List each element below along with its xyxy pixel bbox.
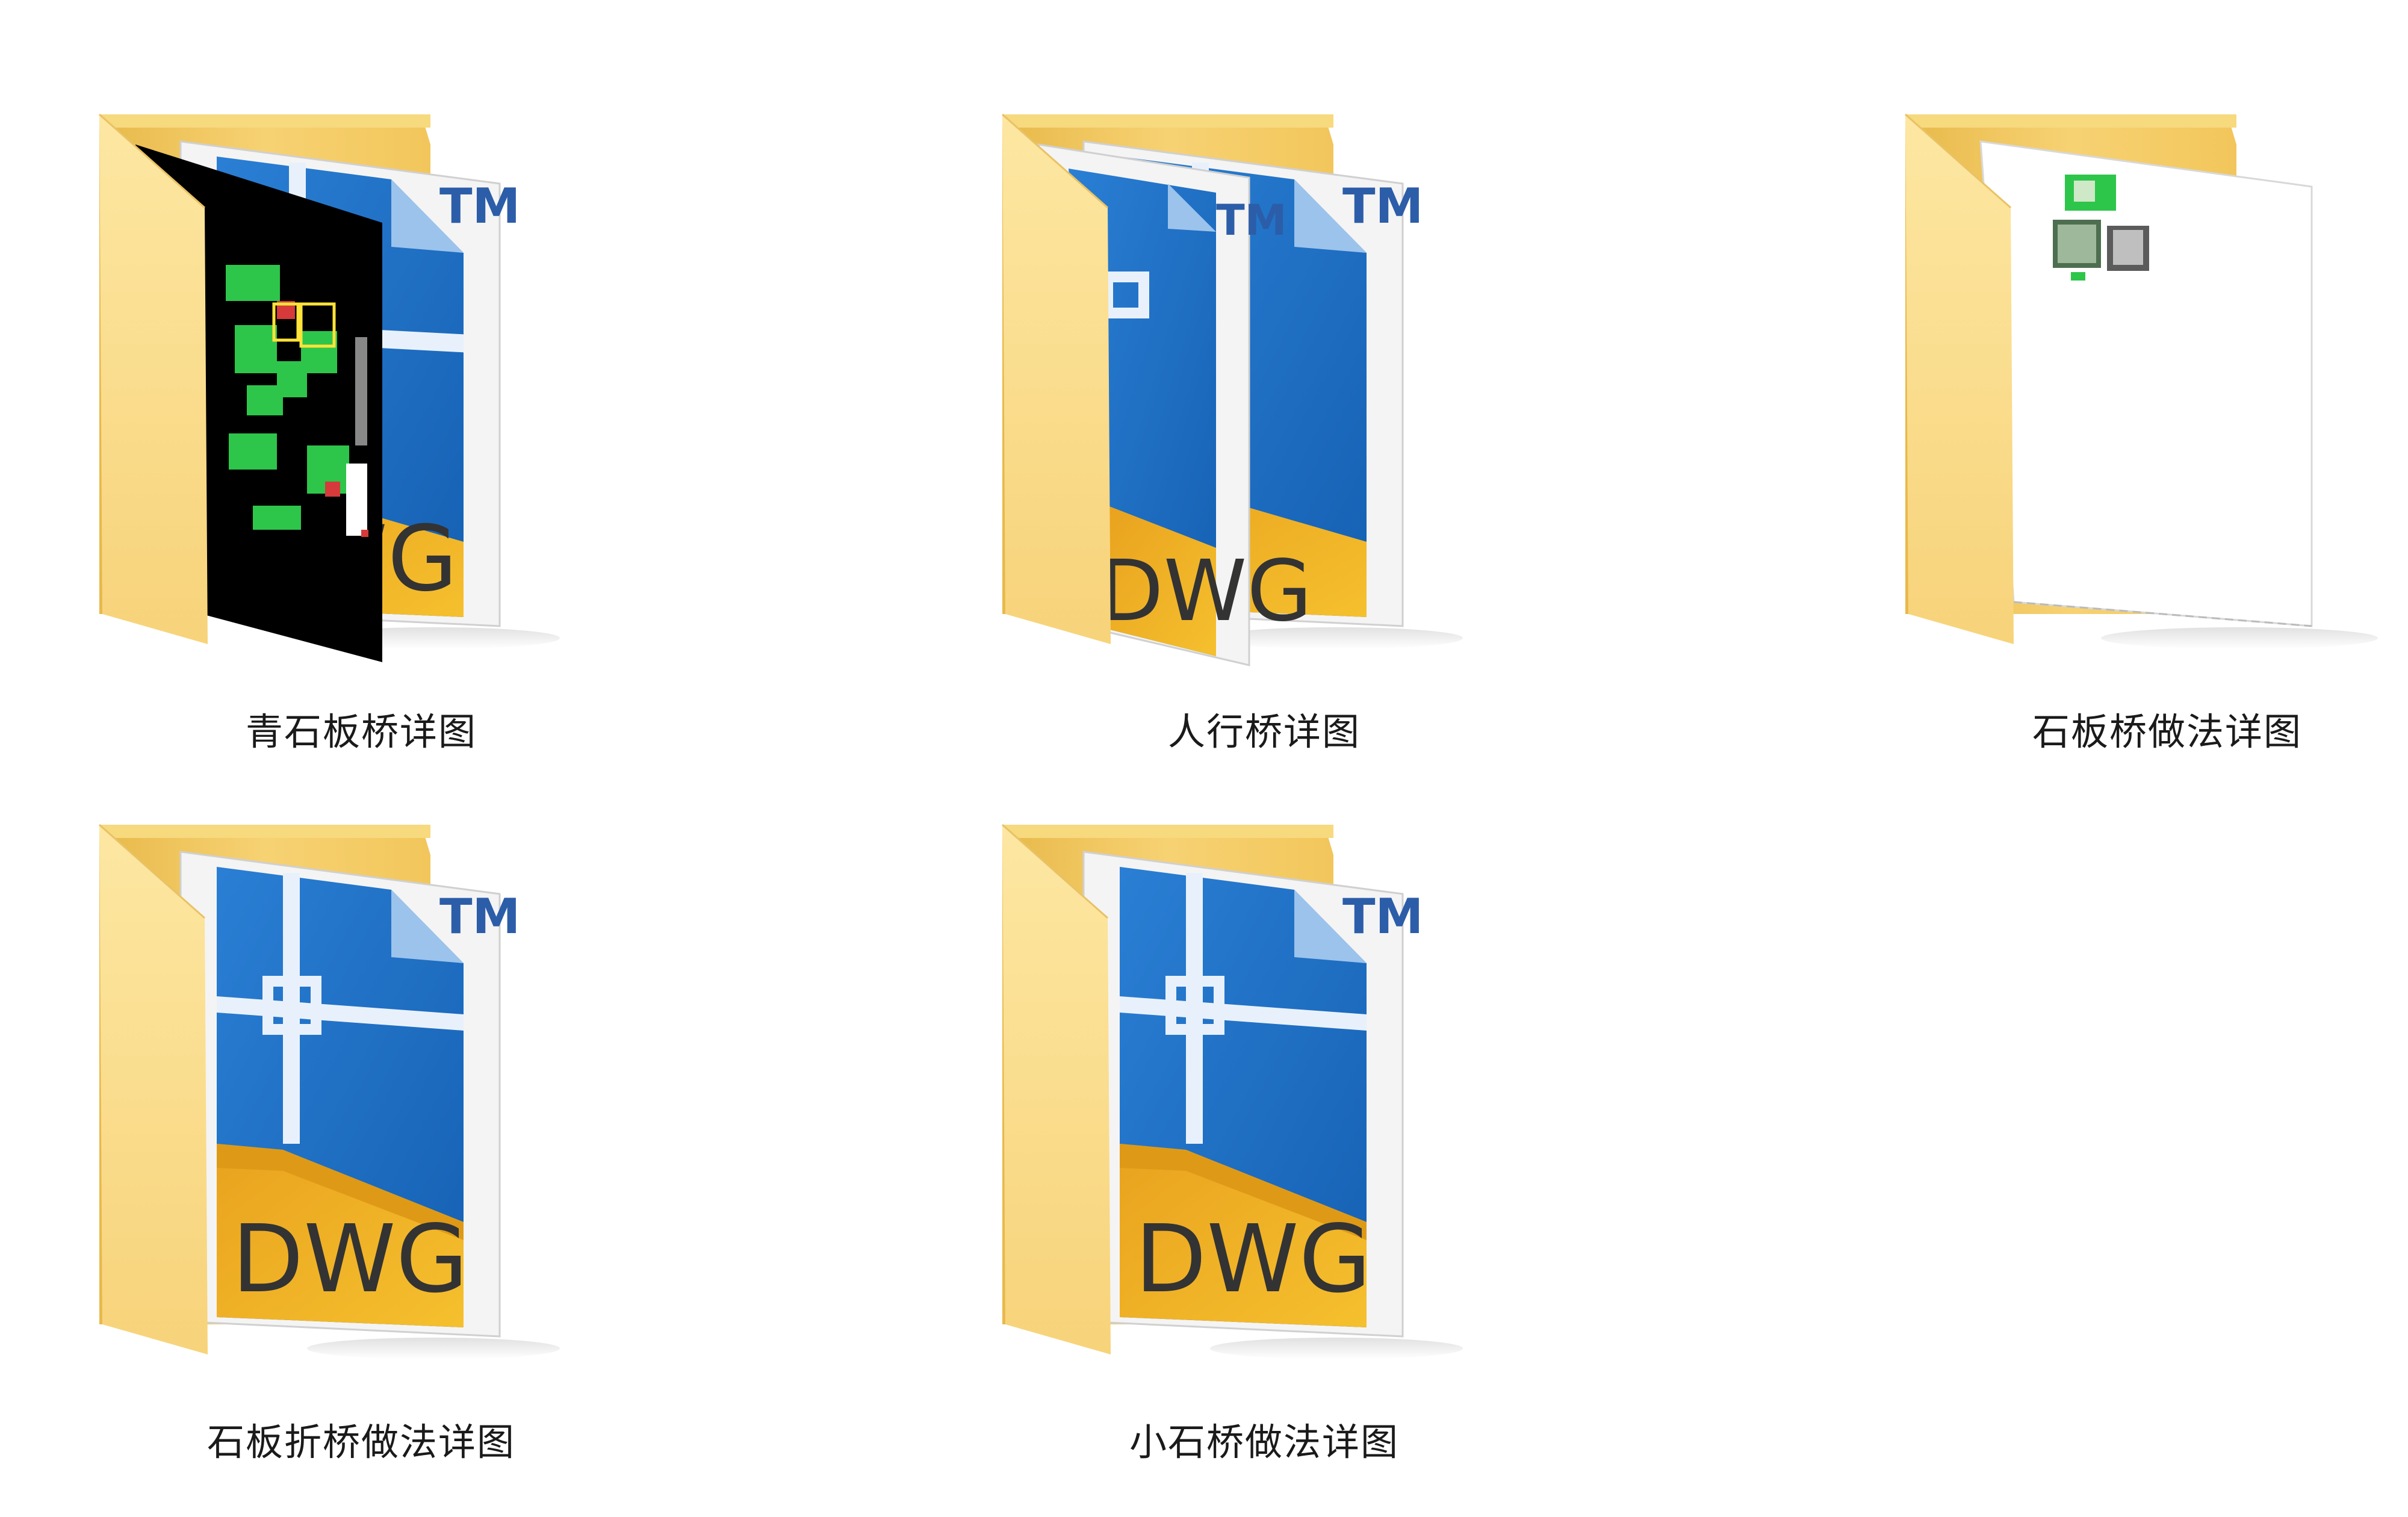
folder-item[interactable]: DWG TM 青石板桥详图 (0, 72, 722, 783)
dwg-label: DWG (1135, 1205, 1371, 1314)
folder-item[interactable]: DWG TM 小石桥做法详图 (903, 783, 1625, 1493)
folder-icon[interactable]: TM DWG TM (903, 72, 1625, 674)
folder-icon[interactable]: DWG TM (903, 783, 1625, 1385)
tm-label: TM (1216, 196, 1286, 245)
folder-name[interactable]: 石板桥做法详图 (1806, 701, 2408, 755)
folder-icon[interactable]: DWG TM (0, 783, 722, 1385)
tm-label: TM (1342, 889, 1423, 945)
folder-icon[interactable] (1806, 72, 2408, 674)
tm-label: TM (439, 178, 520, 234)
folder-item[interactable]: DWG TM 石板折桥做法详图 (0, 783, 722, 1493)
folder-item[interactable]: TM DWG TM 人行桥详图 (903, 72, 1625, 783)
white-document-thumbnail (1979, 140, 2313, 627)
folder-name[interactable]: 青石板桥详图 (0, 701, 722, 755)
dwg-label: DWG (232, 1205, 468, 1314)
folder-name[interactable]: 人行桥详图 (903, 701, 1625, 755)
tm-label: TM (439, 889, 520, 945)
dwg-document-icon: DWG TM (179, 851, 520, 1338)
folder-name[interactable]: 石板折桥做法详图 (0, 1412, 722, 1466)
folder-icon[interactable]: DWG TM (0, 72, 722, 674)
tm-label: TM (1342, 178, 1423, 234)
folder-name[interactable]: 小石桥做法详图 (903, 1412, 1625, 1466)
folder-item[interactable]: 石板桥做法详图 (1806, 72, 2408, 783)
dwg-document-icon: DWG TM (1082, 851, 1423, 1338)
dwg-label: DWG (1099, 542, 1312, 641)
